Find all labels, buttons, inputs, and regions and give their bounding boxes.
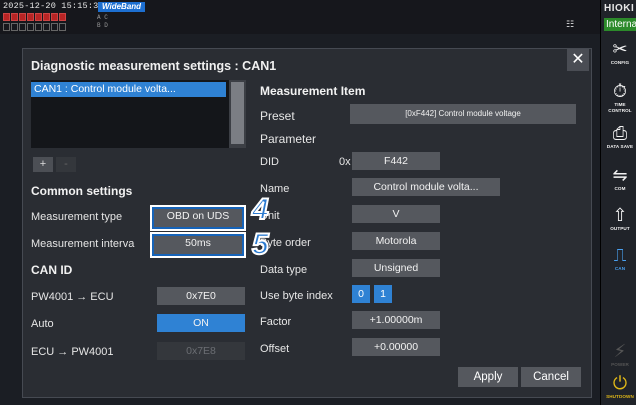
close-button[interactable]: ✕ bbox=[567, 49, 589, 71]
can-icon: ⎍ bbox=[613, 245, 627, 265]
ab-bottom: B D bbox=[97, 22, 108, 29]
cancel-button[interactable]: Cancel bbox=[521, 367, 581, 387]
channel-indicator bbox=[35, 23, 42, 31]
channel-indicator bbox=[3, 13, 10, 21]
data-save-label: DATA SAVE bbox=[606, 144, 634, 149]
can-label: CAN bbox=[614, 266, 626, 271]
data-type-field[interactable]: Unsigned bbox=[352, 259, 440, 277]
com-icon: ⇋ bbox=[612, 165, 628, 185]
channel-indicator bbox=[11, 13, 18, 21]
channel-indicator bbox=[43, 23, 50, 31]
timer-icon: ⏱ bbox=[612, 81, 628, 101]
right-sidebar: HIOKI Interna ✂ CONFIG ⏱ TIME CONTROL ⎙ … bbox=[600, 0, 636, 405]
com-label: COM bbox=[614, 186, 626, 191]
list-item-selected[interactable]: CAN1 : Control module volta... bbox=[31, 82, 226, 97]
wideband-badge: WideBand bbox=[98, 2, 146, 12]
list-scrollbar-thumb[interactable] bbox=[231, 82, 244, 144]
did-prefix: 0x bbox=[339, 156, 351, 168]
dialog-title: Diagnostic measurement settings : CAN1 bbox=[31, 59, 277, 73]
channel-indicator bbox=[51, 13, 58, 21]
unit-field[interactable]: V bbox=[352, 205, 440, 223]
config-label: CONFIG bbox=[610, 60, 630, 65]
byte-index-option-1[interactable]: 1 bbox=[374, 285, 392, 303]
channel-indicators-top bbox=[3, 13, 66, 22]
channel-indicator bbox=[51, 23, 58, 31]
auto-label: Auto bbox=[31, 318, 54, 330]
factor-label: Factor bbox=[260, 316, 292, 328]
time-control-label: TIME CONTROL bbox=[608, 102, 632, 113]
ab-top: A C bbox=[97, 14, 108, 21]
auto-toggle[interactable]: ON bbox=[157, 314, 245, 332]
channel-indicator bbox=[35, 13, 42, 21]
power-icon: ⚡ bbox=[613, 341, 627, 361]
data-type-label: Data type bbox=[260, 264, 308, 276]
preset-label: Preset bbox=[260, 109, 295, 123]
power-label: POWER bbox=[611, 362, 629, 367]
channel-indicator bbox=[27, 13, 34, 21]
did-label: DID bbox=[260, 156, 279, 168]
status-bar: 2025-12-20 15:15:31 WideBand A C B D ☷ bbox=[0, 0, 600, 34]
time-control-button[interactable]: ⏱ TIME CONTROL bbox=[605, 80, 635, 120]
callout-badge-5: 5 bbox=[251, 228, 270, 261]
output-label: OUTPUT bbox=[610, 226, 630, 231]
measurement-interval-field[interactable]: 50ms bbox=[150, 232, 246, 258]
measurement-item-heading: Measurement Item bbox=[260, 84, 366, 98]
ab-indicator: A C B D bbox=[97, 14, 108, 30]
channel-indicator bbox=[27, 23, 34, 31]
channel-indicators-bottom bbox=[3, 23, 66, 32]
byte-index-label: Use byte index bbox=[260, 290, 333, 302]
channel-indicator bbox=[43, 13, 50, 21]
ecu-to-pw-field[interactable]: 0x7E8 bbox=[157, 342, 245, 360]
data-save-button[interactable]: ⎙ DATA SAVE bbox=[605, 122, 635, 162]
channel-indicator bbox=[3, 23, 10, 31]
can-button[interactable]: ⎍ CAN bbox=[605, 244, 635, 284]
measurement-type-label: Measurement type bbox=[31, 211, 123, 223]
datetime: 2025-12-20 15:15:31 bbox=[3, 1, 104, 11]
output-button[interactable]: ⇧ OUTPUT bbox=[605, 204, 635, 244]
byte-order-field[interactable]: Motorola bbox=[352, 232, 440, 250]
shutdown-icon: ⏻ bbox=[612, 373, 628, 393]
network-icon: ☷ bbox=[566, 19, 575, 29]
channel-indicator bbox=[19, 23, 26, 31]
channel-indicator bbox=[11, 23, 18, 31]
did-field[interactable]: F442 bbox=[352, 152, 440, 170]
measurement-interval-label: Measurement interva bbox=[31, 238, 135, 250]
can-id-heading: CAN ID bbox=[31, 263, 73, 277]
channel-indicator bbox=[59, 13, 66, 21]
channel-indicator bbox=[19, 13, 26, 21]
data-save-icon: ⎙ bbox=[612, 123, 628, 143]
shutdown-button[interactable]: ⏻ SHUTDOWN bbox=[605, 372, 635, 405]
config-icon: ✂ bbox=[612, 39, 628, 59]
remove-item-button[interactable]: - bbox=[56, 157, 76, 172]
add-item-button[interactable]: + bbox=[33, 157, 53, 172]
storage-indicator[interactable]: Interna bbox=[604, 18, 636, 31]
callout-badge-4: 4 bbox=[251, 193, 270, 226]
parameter-label: Parameter bbox=[260, 132, 317, 146]
pw-to-ecu-field[interactable]: 0x7E0 bbox=[157, 287, 245, 305]
screen: 2025-12-20 15:15:31 WideBand A C B D ☷ H… bbox=[0, 0, 636, 405]
measurement-type-field[interactable]: OBD on UDS bbox=[150, 205, 246, 231]
close-icon: ✕ bbox=[571, 51, 585, 68]
ecu-to-pw-label: ECU → PW4001 bbox=[31, 346, 114, 358]
config-button[interactable]: ✂ CONFIG bbox=[605, 38, 635, 78]
brand-logo: HIOKI bbox=[604, 3, 635, 14]
offset-field[interactable]: +0.00000 bbox=[352, 338, 440, 356]
common-settings-heading: Common settings bbox=[31, 184, 133, 198]
offset-label: Offset bbox=[260, 343, 290, 355]
preset-field[interactable]: [0xF442] Control module voltage bbox=[350, 104, 576, 124]
name-field[interactable]: Control module volta... bbox=[352, 178, 500, 196]
channel-indicator bbox=[59, 23, 66, 31]
factor-field[interactable]: +1.00000m bbox=[352, 311, 440, 329]
pw-to-ecu-label: PW4001 → ECU bbox=[31, 291, 114, 303]
output-icon: ⇧ bbox=[612, 205, 628, 225]
apply-button[interactable]: Apply bbox=[458, 367, 518, 387]
com-button[interactable]: ⇋ COM bbox=[605, 164, 635, 204]
shutdown-label: SHUTDOWN bbox=[606, 394, 634, 399]
byte-index-option-0[interactable]: 0 bbox=[352, 285, 370, 303]
